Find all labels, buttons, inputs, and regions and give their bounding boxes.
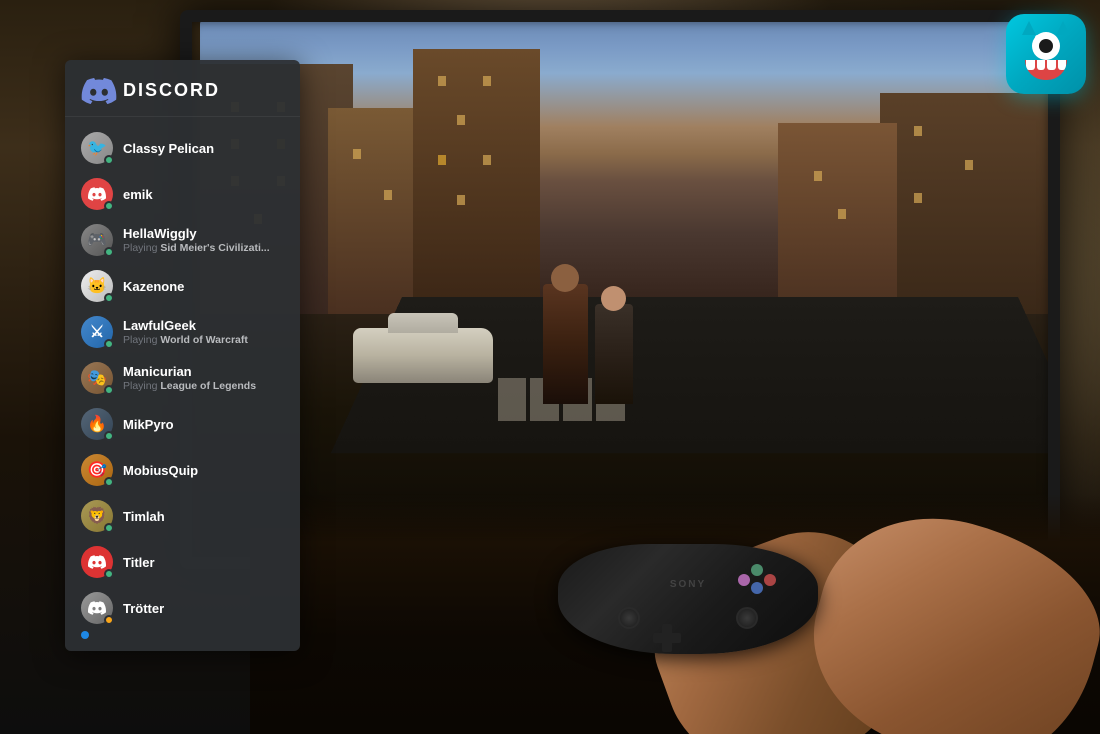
avatar-classy-pelican: 🐦 — [81, 132, 113, 164]
avatar-manicurian: 🎭 — [81, 362, 113, 394]
discord-logo-icon — [81, 78, 113, 102]
mascot-pupil — [1039, 39, 1053, 53]
discord-panel: DISCORD 🐦Classy Pelicanemik🎮HellaWigglyP… — [65, 60, 300, 651]
user-item-classy-pelican[interactable]: 🐦 Classy Pelican — [73, 125, 292, 171]
username-timlah: Timlah — [123, 509, 284, 524]
status-titler — [104, 569, 114, 579]
user-item-titler[interactable]: Titler — [73, 539, 292, 585]
mascot-mouth — [1025, 60, 1067, 80]
username-mobiusquip: MobiusQuip — [123, 463, 284, 478]
status-classy-pelican — [104, 155, 114, 165]
building-3 — [413, 49, 541, 313]
username-lawfulgeek: LawfulGeek — [123, 318, 284, 333]
mascot-horn-right — [1056, 21, 1070, 35]
status-trotter — [104, 615, 114, 625]
status-hellawiggly — [104, 247, 114, 257]
controller-area — [250, 494, 1100, 734]
user-item-kazenone[interactable]: 🐱 Kazenone — [73, 263, 292, 309]
status-lawfulgeek — [104, 339, 114, 349]
discord-title-text: DISCORD — [123, 80, 220, 101]
username-hellawiggly: HellaWiggly — [123, 226, 284, 241]
user-item-mikpyro[interactable]: 🔥 MikPyro — [73, 401, 292, 447]
user-item-lawfulgeek[interactable]: ⚔ LawfulGeekPlaying World of Warcraft — [73, 309, 292, 355]
mascot-teeth — [1025, 60, 1067, 70]
avatar-timlah: 🦁 — [81, 500, 113, 532]
user-item-mobiusquip[interactable]: 🎯 MobiusQuip — [73, 447, 292, 493]
circle-button — [764, 574, 776, 586]
user-item-trotter[interactable]: Trötter — [73, 585, 292, 631]
right-analog-stick — [736, 607, 758, 629]
car — [353, 328, 493, 383]
activity-hellawiggly: Playing Sid Meier's Civilizati... — [123, 242, 284, 254]
avatar-titler — [81, 546, 113, 578]
building-5 — [778, 123, 897, 314]
user-item-timlah[interactable]: 🦁 Timlah — [73, 493, 292, 539]
username-emik: emik — [123, 187, 284, 202]
panel-footer — [81, 631, 89, 639]
avatar-mikpyro: 🔥 — [81, 408, 113, 440]
tv-screen — [200, 20, 1050, 554]
left-analog-stick — [618, 607, 640, 629]
building-4 — [880, 93, 1050, 313]
mascot-horn-left — [1022, 21, 1036, 35]
username-manicurian: Manicurian — [123, 364, 284, 379]
mascot-face — [1016, 26, 1076, 82]
status-mikpyro — [104, 431, 114, 441]
footer-indicator — [81, 631, 89, 639]
status-emik — [104, 201, 114, 211]
username-trotter: Trötter — [123, 601, 284, 616]
activity-manicurian: Playing League of Legends — [123, 380, 284, 392]
status-manicurian — [104, 385, 114, 395]
status-mobiusquip — [104, 477, 114, 487]
user-item-emik[interactable]: emik — [73, 171, 292, 217]
hand-right — [790, 494, 1100, 734]
mascot-icon — [1006, 14, 1086, 94]
avatar-emik — [81, 178, 113, 210]
user-list: 🐦 Classy Pelican emik 🎮 HellaWigglyPlaying S… — [65, 125, 300, 631]
username-classy-pelican: Classy Pelican — [123, 141, 284, 156]
characters — [523, 264, 643, 404]
status-timlah — [104, 523, 114, 533]
discord-header: DISCORD — [65, 60, 300, 117]
username-titler: Titler — [123, 555, 284, 570]
avatar-lawfulgeek: ⚔ — [81, 316, 113, 348]
user-item-hellawiggly[interactable]: 🎮 HellaWigglyPlaying Sid Meier's Civiliza… — [73, 217, 292, 263]
mascot-eye — [1032, 32, 1060, 60]
avatar-kazenone: 🐱 — [81, 270, 113, 302]
game-scene — [200, 20, 1050, 554]
avatar-trotter — [81, 592, 113, 624]
status-kazenone — [104, 293, 114, 303]
controller — [558, 544, 818, 654]
activity-lawfulgeek: Playing World of Warcraft — [123, 334, 284, 346]
username-mikpyro: MikPyro — [123, 417, 284, 432]
square-button — [738, 574, 750, 586]
triangle-button — [751, 564, 763, 576]
avatar-mobiusquip: 🎯 — [81, 454, 113, 486]
cross-button — [751, 582, 763, 594]
user-item-manicurian[interactable]: 🎭 ManicurianPlaying League of Legends — [73, 355, 292, 401]
avatar-hellawiggly: 🎮 — [81, 224, 113, 256]
username-kazenone: Kazenone — [123, 279, 284, 294]
